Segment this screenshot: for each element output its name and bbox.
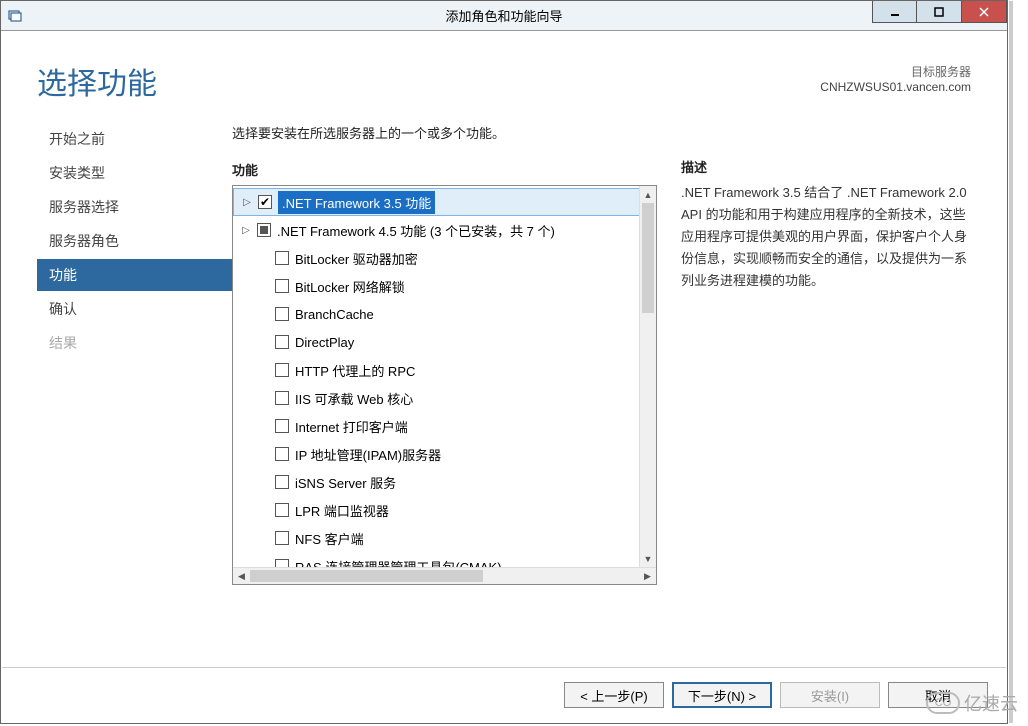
feature-checkbox[interactable] xyxy=(275,531,289,545)
feature-label: DirectPlay xyxy=(295,335,354,350)
expand-icon[interactable]: ▷ xyxy=(242,197,252,208)
nav-step[interactable]: 功能 xyxy=(37,259,232,291)
scroll-up-icon[interactable]: ▲ xyxy=(640,186,656,203)
feature-label: RAS 连接管理器管理工具包(CMAK) xyxy=(295,557,502,568)
nav-step[interactable]: 服务器角色 xyxy=(37,225,232,257)
feature-row[interactable]: Internet 打印客户端 xyxy=(233,412,656,440)
next-button[interactable]: 下一步(N) > xyxy=(672,682,772,708)
intro-text: 选择要安装在所选服务器上的一个或多个功能。 xyxy=(232,123,657,142)
feature-checkbox[interactable] xyxy=(275,475,289,489)
feature-label: NFS 客户端 xyxy=(295,529,364,548)
feature-label: .NET Framework 4.5 功能 (3 个已安装，共 7 个) xyxy=(277,221,555,240)
feature-row[interactable]: BitLocker 驱动器加密 xyxy=(233,244,656,272)
feature-label: LPR 端口监视器 xyxy=(295,501,389,520)
feature-checkbox[interactable] xyxy=(257,223,271,237)
nav-step[interactable]: 安装类型 xyxy=(37,157,232,189)
maximize-button[interactable] xyxy=(917,1,962,23)
features-heading: 功能 xyxy=(232,160,657,179)
feature-label: IP 地址管理(IPAM)服务器 xyxy=(295,445,441,464)
target-server-info: 目标服务器 CNHZWSUS01.vancen.com xyxy=(820,63,971,94)
feature-checkbox[interactable] xyxy=(275,419,289,433)
nav-step: 结果 xyxy=(37,327,232,359)
page-title: 选择功能 xyxy=(37,59,157,103)
feature-row[interactable]: LPR 端口监视器 xyxy=(233,496,656,524)
expand-icon[interactable]: ▷ xyxy=(241,225,251,236)
feature-row[interactable]: RAS 连接管理器管理工具包(CMAK) xyxy=(233,552,656,567)
scroll-thumb[interactable] xyxy=(642,203,654,313)
vertical-scrollbar[interactable]: ▲ ▼ xyxy=(639,186,656,567)
feature-label: .NET Framework 3.5 功能 xyxy=(278,191,435,214)
features-tree: ▷ .NET Framework 3.5 功能 ▷ .NET Framework 4.… xyxy=(232,185,657,585)
scroll-thumb-h[interactable] xyxy=(250,570,483,582)
nav-step[interactable]: 确认 xyxy=(37,293,232,325)
target-value: CNHZWSUS01.vancen.com xyxy=(820,80,971,94)
feature-row[interactable]: IP 地址管理(IPAM)服务器 xyxy=(233,440,656,468)
feature-row[interactable]: ▷ .NET Framework 3.5 功能 xyxy=(233,188,656,216)
nav-step[interactable]: 开始之前 xyxy=(37,123,232,155)
feature-label: Internet 打印客户端 xyxy=(295,417,408,436)
feature-checkbox[interactable] xyxy=(275,251,289,265)
scroll-left-icon[interactable]: ◀ xyxy=(233,568,250,584)
feature-label: HTTP 代理上的 RPC xyxy=(295,361,415,380)
feature-label: BitLocker 网络解锁 xyxy=(295,277,405,296)
install-button[interactable]: 安装(I) xyxy=(780,682,880,708)
target-label: 目标服务器 xyxy=(820,63,971,80)
feature-row[interactable]: ▷ .NET Framework 4.5 功能 (3 个已安装，共 7 个) xyxy=(233,216,656,244)
feature-checkbox[interactable] xyxy=(275,447,289,461)
feature-checkbox[interactable] xyxy=(275,335,289,349)
feature-checkbox[interactable] xyxy=(275,391,289,405)
footer: < 上一步(P) 下一步(N) > 安装(I) 取消 xyxy=(2,667,1006,722)
feature-checkbox[interactable] xyxy=(275,307,289,321)
minimize-button[interactable] xyxy=(872,1,917,23)
feature-row[interactable]: iSNS Server 服务 xyxy=(233,468,656,496)
nav-step[interactable]: 服务器选择 xyxy=(37,191,232,223)
feature-checkbox[interactable] xyxy=(275,279,289,293)
feature-label: iSNS Server 服务 xyxy=(295,473,396,492)
description-heading: 描述 xyxy=(681,157,971,176)
feature-row[interactable]: BranchCache xyxy=(233,300,656,328)
feature-row[interactable]: BitLocker 网络解锁 xyxy=(233,272,656,300)
scroll-down-icon[interactable]: ▼ xyxy=(640,550,656,567)
feature-checkbox[interactable] xyxy=(275,363,289,377)
feature-checkbox[interactable] xyxy=(275,559,289,567)
feature-row[interactable]: DirectPlay xyxy=(233,328,656,356)
previous-button[interactable]: < 上一步(P) xyxy=(564,682,664,708)
horizontal-scrollbar[interactable]: ◀ ▶ xyxy=(233,567,656,584)
wizard-nav: 开始之前安装类型服务器选择服务器角色功能确认结果 xyxy=(37,115,232,585)
feature-checkbox[interactable] xyxy=(275,503,289,517)
feature-label: BitLocker 驱动器加密 xyxy=(295,249,418,268)
close-button[interactable] xyxy=(962,1,1007,23)
titlebar: 添加角色和功能向导 xyxy=(1,1,1007,31)
cancel-button[interactable]: 取消 xyxy=(888,682,988,708)
description-text: .NET Framework 3.5 结合了 .NET Framework 2.… xyxy=(681,182,971,292)
window-title: 添加角色和功能向导 xyxy=(1,6,1007,25)
feature-row[interactable]: NFS 客户端 xyxy=(233,524,656,552)
feature-row[interactable]: HTTP 代理上的 RPC xyxy=(233,356,656,384)
feature-row[interactable]: IIS 可承载 Web 核心 xyxy=(233,384,656,412)
feature-label: BranchCache xyxy=(295,307,374,322)
feature-label: IIS 可承载 Web 核心 xyxy=(295,389,413,408)
scroll-right-icon[interactable]: ▶ xyxy=(639,568,656,584)
feature-checkbox[interactable] xyxy=(258,195,272,209)
